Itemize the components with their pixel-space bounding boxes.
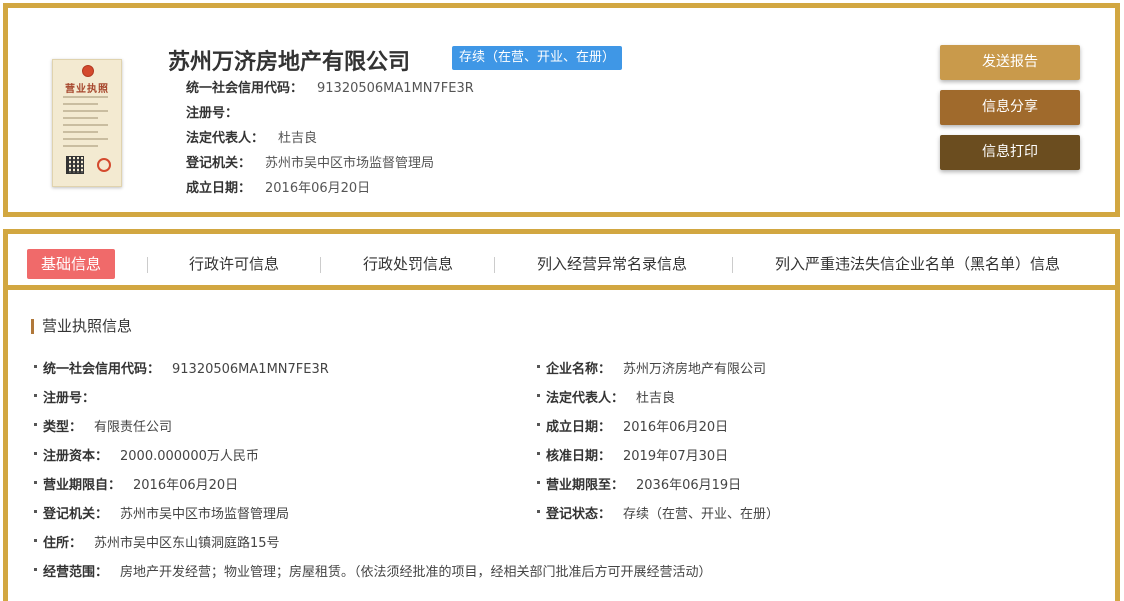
- field-value: 2036年06月19日: [636, 478, 742, 493]
- field-label: 营业期限至：: [546, 478, 625, 493]
- field-label: 核准日期：: [546, 449, 612, 464]
- field-label: 登记状态：: [546, 507, 612, 522]
- header-row-value: 91320506MA1MN7FE3R: [317, 81, 474, 96]
- field-founded-date: 成立日期： 2016年06月20日: [536, 416, 729, 435]
- field-value: 2019年07月30日: [623, 449, 729, 464]
- field-label: 企业名称：: [546, 362, 612, 377]
- qr-code-icon: [66, 156, 84, 174]
- tab-divider: [732, 257, 733, 273]
- info-tabs: 基础信息 行政许可信息 行政处罚信息 列入经营异常名录信息 列入严重违法失信企业…: [8, 234, 1115, 290]
- field-label: 经营范围：: [43, 565, 109, 580]
- field-value: 苏州市吴中区市场监督管理局: [120, 507, 290, 522]
- company-name-title: 苏州万济房地产有限公司: [168, 50, 411, 75]
- field-label: 营业期限自：: [43, 478, 122, 493]
- field-business-scope: 经营范围： 房地产开发经营；物业管理；房屋租赁。（依法须经批准的项目，经相关部门批…: [34, 561, 712, 580]
- header-row-legal-rep: 法定代表人： 杜吉良: [186, 127, 317, 146]
- field-reg-authority: 登记机关： 苏州市吴中区市场监督管理局: [33, 503, 290, 522]
- field-value: 2000.000000万人民币: [120, 449, 259, 464]
- share-info-button[interactable]: 信息分享: [940, 90, 1080, 125]
- header-row-value: 杜吉良: [278, 131, 318, 146]
- field-label: 住所：: [43, 536, 83, 551]
- header-row-reg-authority: 登记机关： 苏州市吴中区市场监督管理局: [186, 152, 434, 171]
- field-term-to: 营业期限至： 2036年06月19日: [536, 474, 742, 493]
- header-row-value: 苏州市吴中区市场监督管理局: [265, 156, 435, 171]
- header-row-value: 2016年06月20日: [265, 181, 371, 196]
- tab-admin-penalty[interactable]: 行政处罚信息: [363, 249, 453, 279]
- info-card: 基础信息 行政许可信息 行政处罚信息 列入经营异常名录信息 列入严重违法失信企业…: [3, 229, 1120, 601]
- field-company-name: 企业名称： 苏州万济房地产有限公司: [536, 358, 767, 377]
- company-header-card: 营业执照 苏州万济房地产有限公司 存续（在营、开业、在册） 统一社会信用代码： 9…: [3, 3, 1120, 217]
- field-value: 房地产开发经营；物业管理；房屋租赁。（依法须经批准的项目，经相关部门批准后方可开…: [120, 565, 712, 580]
- field-address: 住所： 苏州市吴中区东山镇洞庭路15号: [34, 532, 280, 551]
- field-value: 有限责任公司: [94, 420, 173, 435]
- field-label: 注册资本：: [43, 449, 109, 464]
- tab-basic-info[interactable]: 基础信息: [27, 249, 116, 279]
- business-license-image[interactable]: 营业执照: [52, 59, 122, 187]
- header-row-label: 成立日期：: [186, 181, 252, 196]
- tab-blacklist[interactable]: 列入严重违法失信企业名单（黑名单）信息: [775, 249, 1060, 279]
- field-label: 类型：: [43, 420, 83, 435]
- license-text-lines: [63, 96, 113, 152]
- field-approval-date: 核准日期： 2019年07月30日: [536, 445, 729, 464]
- field-label: 成立日期：: [546, 420, 612, 435]
- tab-abnormal-operation[interactable]: 列入经营异常名录信息: [537, 249, 687, 279]
- license-image-title: 营业执照: [65, 84, 109, 95]
- field-type: 类型： 有限责任公司: [33, 416, 173, 435]
- field-value: 苏州万济房地产有限公司: [623, 362, 767, 377]
- national-emblem-icon: [82, 65, 94, 77]
- status-badge: 存续（在营、开业、在册）: [452, 46, 623, 70]
- tab-divider: [147, 257, 148, 273]
- field-reg-number: 注册号：: [33, 387, 107, 406]
- field-label: 登记机关：: [43, 507, 109, 522]
- field-value: 存续（在营、开业、在册）: [623, 507, 780, 522]
- field-credit-code: 统一社会信用代码： 91320506MA1MN7FE3R: [34, 358, 329, 377]
- field-value: 91320506MA1MN7FE3R: [172, 362, 329, 377]
- header-row-founded-date: 成立日期： 2016年06月20日: [186, 177, 370, 196]
- field-label: 注册号：: [43, 391, 96, 406]
- header-row-label: 统一社会信用代码：: [186, 81, 304, 96]
- header-row-credit-code: 统一社会信用代码： 91320506MA1MN7FE3R: [186, 77, 474, 96]
- field-value: 杜吉良: [636, 391, 676, 406]
- field-legal-rep: 法定代表人： 杜吉良: [536, 387, 676, 406]
- field-reg-status: 登记状态： 存续（在营、开业、在册）: [536, 503, 780, 522]
- field-value: 苏州市吴中区东山镇洞庭路15号: [94, 536, 280, 551]
- header-row-label: 法定代表人：: [186, 131, 265, 146]
- send-report-button[interactable]: 发送报告: [940, 45, 1080, 80]
- header-row-label: 注册号：: [186, 106, 239, 121]
- official-seal-icon: [97, 158, 111, 172]
- field-value: 2016年06月20日: [623, 420, 729, 435]
- field-registered-capital: 注册资本： 2000.000000万人民币: [34, 445, 259, 464]
- print-info-button[interactable]: 信息打印: [940, 135, 1080, 170]
- tab-admin-license[interactable]: 行政许可信息: [189, 249, 279, 279]
- field-term-from: 营业期限自： 2016年06月20日: [33, 474, 239, 493]
- field-label: 统一社会信用代码：: [43, 362, 161, 377]
- field-value: 2016年06月20日: [133, 478, 239, 493]
- header-row-reg-number: 注册号：: [186, 102, 252, 121]
- header-row-label: 登记机关：: [186, 156, 252, 171]
- tab-divider: [494, 257, 495, 273]
- section-title-business-license: 营业执照信息: [31, 319, 132, 334]
- field-label: 法定代表人：: [546, 391, 625, 406]
- tab-divider: [320, 257, 321, 273]
